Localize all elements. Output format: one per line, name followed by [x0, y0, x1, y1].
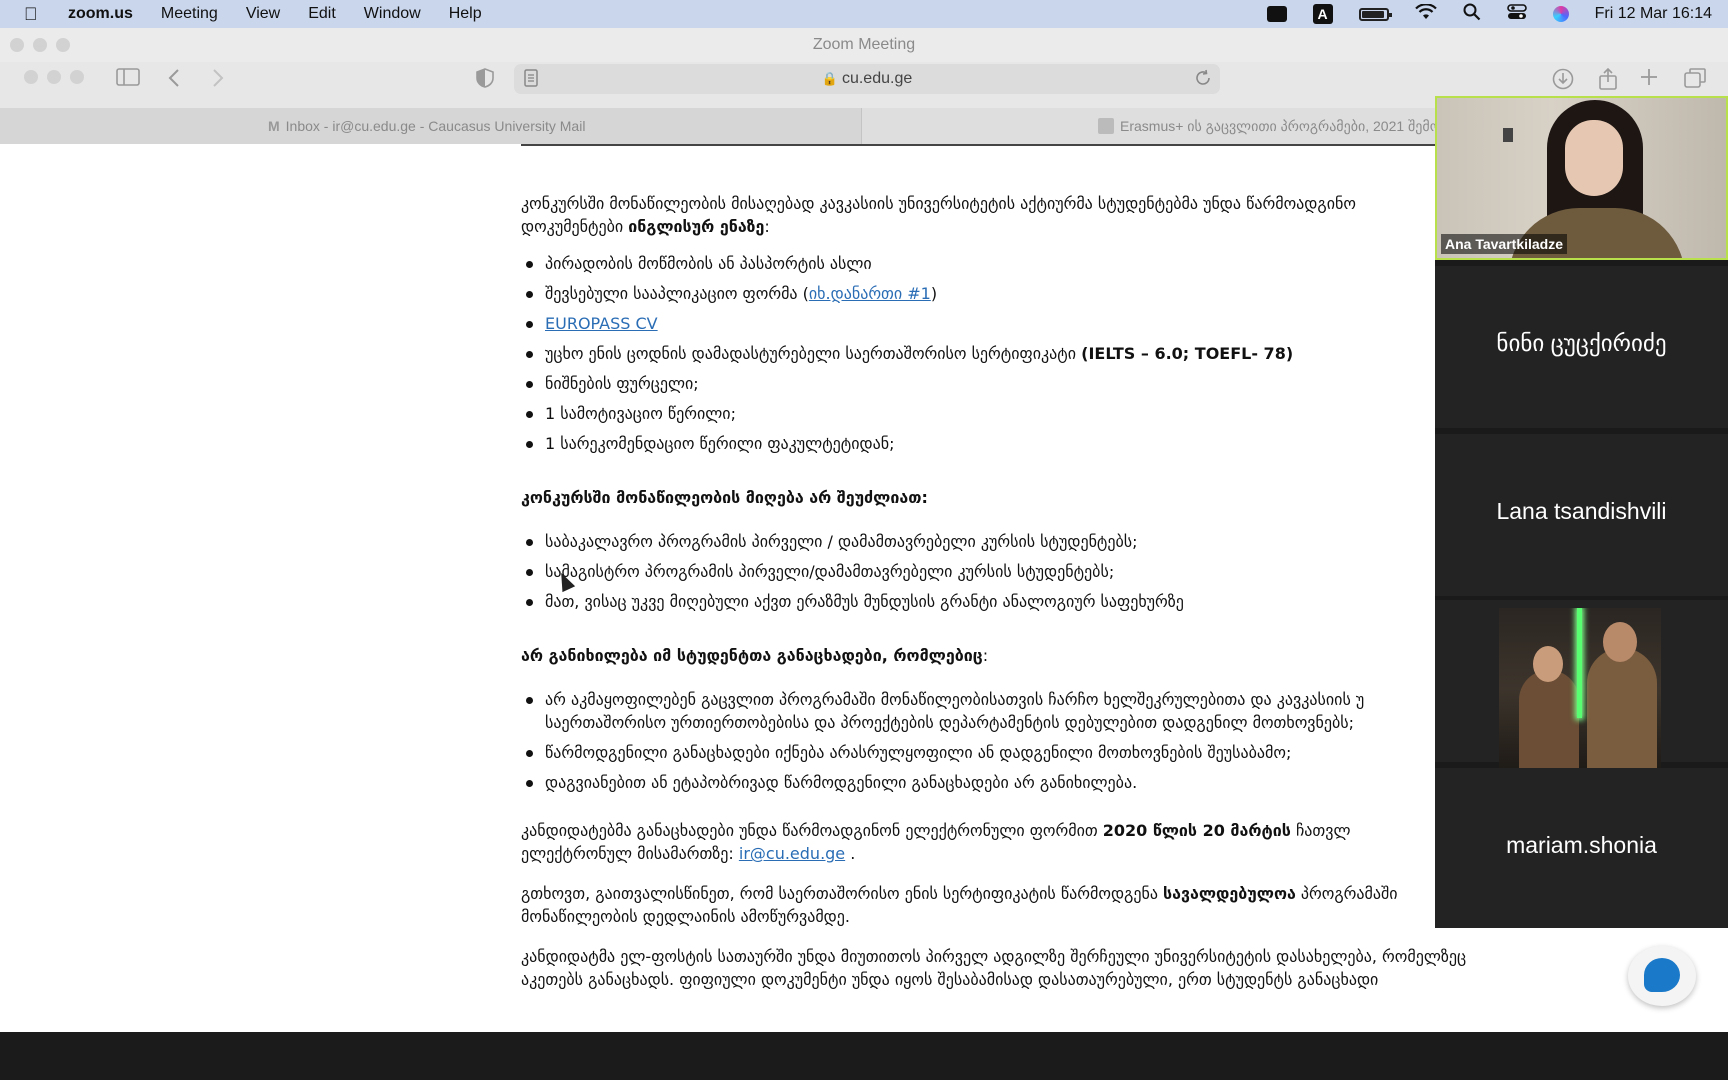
list-item: შევსებული სააპლიკაციო ფორმა (იხ.დანართი … [521, 282, 1571, 305]
list-item: სამაგისტრო პროგრამის პირველი/დამამთავრებ… [521, 560, 1571, 583]
profile-figure [1603, 622, 1637, 662]
spotlight-search-icon[interactable] [1463, 3, 1481, 26]
browser-zoom-button[interactable] [70, 70, 84, 84]
apple-icon[interactable]:  [24, 4, 44, 25]
subject-instruction-text-line2: აკეთებს განაცხადს. ფიფიული დოკუმენტი უნდ… [521, 970, 1379, 989]
menu-extras: A Fri 12 Mar 16:14 [1266, 0, 1712, 28]
deadline-text-line2: ელექტრონულ მისამართზე: ir@cu.edu.ge . [521, 844, 856, 863]
participant-tile[interactable]: ნინი ცუცქირიძე [1435, 266, 1728, 428]
list-item: პირადობის მოწმობის ან პასპორტის ასლი [521, 252, 1571, 275]
list-item: 1 სარეკომენდაციო წერილი ფაკულტეტიდან; [521, 432, 1571, 455]
gmail-icon: M [268, 118, 280, 134]
tab-inbox[interactable]: M Inbox - ir@cu.edu.ge - Caucasus Univers… [0, 108, 862, 144]
sidebar-icon[interactable] [116, 68, 140, 90]
lightsaber [1577, 608, 1582, 718]
zoom-title-bar: Zoom Meeting [0, 28, 1728, 63]
tab-erasmus-label: Erasmus+ ის გაცვლითი პროგრამები, 2021 შე… [1120, 118, 1479, 134]
list-item: არ აკმაყოფილებენ გაცვლით პროგრამაში მონა… [521, 688, 1571, 734]
new-tab-icon[interactable] [1640, 68, 1658, 90]
participants-panel: Ana Tavartkiladze ნინი ცუცქირიძე Lana ts… [1435, 96, 1728, 928]
wall-object [1503, 128, 1513, 142]
participant-name: Ana Tavartkiladze [1441, 234, 1568, 254]
menu-clock[interactable]: Fri 12 Mar 16:14 [1595, 5, 1712, 23]
profile-picture [1499, 608, 1661, 770]
intro-text: კონკურსში მონაწილეობის მისაღებად კავკასი… [521, 194, 1356, 213]
participant-name: Lana tsandishvili [1496, 498, 1667, 524]
participant-tile[interactable] [1435, 600, 1728, 770]
required-documents-list: პირადობის მოწმობის ან პასპორტის ასლი შევ… [521, 252, 1571, 455]
list-item: წარმოდგენილი განაცხადები იქნება არასრულყ… [521, 741, 1571, 764]
back-icon[interactable] [168, 68, 180, 92]
subject-instruction-text: კანდიდატმა ელ-ფოსტის სათაურში უნდა მიუთი… [521, 947, 1467, 966]
deadline-text: კანდიდატებმა განაცხადები უნდა წარმოადგინ… [521, 821, 1351, 840]
menu-view[interactable]: View [246, 5, 280, 23]
address-bar[interactable]: 🔒 cu.edu.ge [514, 64, 1220, 94]
zoom-window-title: Zoom Meeting [812, 36, 916, 53]
email-link[interactable]: ir@cu.edu.ge [739, 844, 845, 863]
profile-figure [1519, 670, 1579, 770]
control-center-icon[interactable] [1506, 3, 1527, 25]
chat-bubble-icon [1644, 958, 1680, 992]
share-icon[interactable] [1598, 67, 1618, 94]
input-source-icon[interactable]: A [1312, 4, 1333, 24]
menu-app-name[interactable]: zoom.us [68, 5, 133, 23]
browser-minimize-button[interactable] [47, 70, 61, 84]
participant-name: mariam.shonia [1506, 832, 1657, 858]
lock-icon: 🔒 [821, 71, 838, 86]
profile-figure [1533, 646, 1563, 682]
not-considered-list: არ აკმაყოფილებენ გაცვლით პროგრამაში მონა… [521, 688, 1571, 794]
menu-window[interactable]: Window [364, 5, 421, 23]
bottom-strip [0, 1032, 1728, 1080]
zoom-camera-icon[interactable] [1266, 6, 1287, 22]
battery-icon[interactable] [1358, 7, 1392, 21]
list-item: ნიშნების ფურცელი; [521, 372, 1571, 395]
cannot-participate-list: საბაკალავრო პროგრამის პირველი / დამამთავ… [521, 530, 1571, 613]
intro-text-line2: დოკუმენტები ინგლისურ ენაზე: [521, 217, 770, 236]
menu-meeting[interactable]: Meeting [161, 5, 218, 23]
url-text: cu.edu.ge [841, 70, 913, 87]
browser-close-button[interactable] [24, 70, 38, 84]
downloads-icon[interactable] [1552, 68, 1574, 94]
annex-link[interactable]: იხ.დანართი #1 [809, 284, 931, 303]
participant-tile[interactable]: mariam.shonia [1435, 768, 1728, 928]
participant-video-tile[interactable]: Ana Tavartkiladze [1435, 96, 1728, 260]
wifi-icon[interactable] [1414, 2, 1437, 25]
chat-widget-button[interactable] [1628, 946, 1696, 1006]
list-item: საბაკალავრო პროგრამის პირველი / დამამთავ… [521, 530, 1571, 553]
erasmus-favicon-icon [1098, 118, 1114, 134]
reload-icon[interactable] [1194, 69, 1212, 91]
menu-help[interactable]: Help [449, 5, 482, 23]
note-text-line2: მონაწილეობის დედლაინის ამოწურვამდე. [521, 907, 850, 926]
participant-face [1565, 120, 1623, 196]
menu-bar:  zoom.us Meeting View Edit Window Help … [0, 0, 1728, 28]
list-item: 1 სამოტივაციო წერილი; [521, 402, 1571, 425]
tab-inbox-label: Inbox - ir@cu.edu.ge - Caucasus Universi… [285, 118, 586, 134]
list-item: მათ, ვისაც უკვე მიღებული აქვთ ერაზმუს მუ… [521, 590, 1571, 613]
list-item: EUROPASS CV [521, 312, 1571, 335]
note-text: გთხოვთ, გაითვალისწინეთ, რომ საერთაშორისო… [521, 884, 1398, 903]
profile-figure [1587, 648, 1657, 770]
list-item: დაგვიანებით ან ეტაპობრივად წარმოდგენილი … [521, 771, 1571, 794]
participant-tile[interactable]: Lana tsandishvili [1435, 434, 1728, 596]
content-divider [521, 144, 1441, 146]
cannot-participate-heading: კონკურსში მონაწილეობის მიღება არ შეუძლია… [521, 488, 928, 507]
privacy-shield-icon[interactable] [476, 68, 494, 92]
not-considered-heading: არ განიხილება იმ სტუდენტთა განაცხადები, … [521, 646, 989, 665]
list-item: უცხო ენის ცოდნის დამადასტურებელი საერთაშ… [521, 342, 1571, 365]
tab-overview-icon[interactable] [1684, 68, 1706, 92]
participant-name: ნინი ცუცქირიძე [1496, 330, 1667, 356]
siri-icon[interactable] [1552, 6, 1569, 22]
europass-link[interactable]: EUROPASS CV [545, 314, 658, 333]
article-content: კონკურსში მონაწილეობის მისაღებად კავკასი… [521, 192, 1571, 991]
menu-edit[interactable]: Edit [308, 5, 336, 23]
forward-icon[interactable] [212, 68, 224, 92]
